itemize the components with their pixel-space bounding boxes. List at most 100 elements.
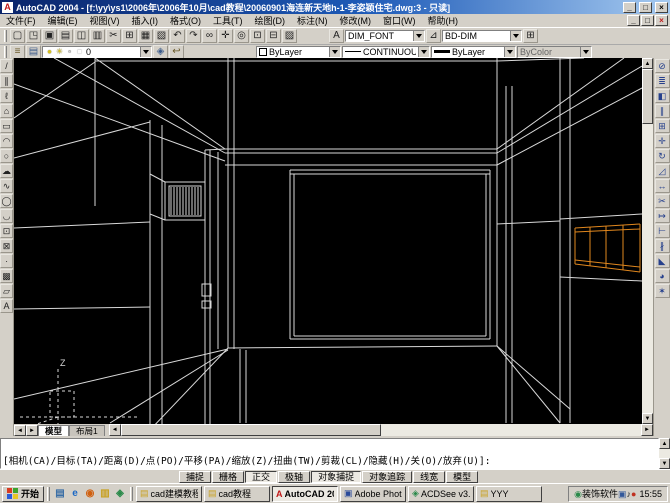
task-cad-modeling-tutorial[interactable]: ▤ cad建模教程 — [136, 485, 203, 502]
menu-file[interactable]: 文件(F) — [0, 14, 42, 27]
drawing-viewport[interactable]: Z — [14, 58, 642, 424]
lineweight-dropdown-button[interactable] — [504, 46, 515, 57]
ortho-toggle[interactable]: 正交 — [245, 470, 278, 483]
mdi-minimize-button[interactable]: _ — [627, 15, 640, 26]
task-cad-tutorial[interactable]: ▤ cad教程 — [204, 485, 271, 502]
polygon-icon[interactable]: ⌂ — [0, 104, 13, 118]
copy-object-icon[interactable]: ≣ — [654, 74, 670, 88]
insert-hyperlink-icon[interactable]: ∞ — [202, 29, 217, 43]
text-style-combo[interactable]: DIM_FONT — [345, 30, 425, 42]
restore-button[interactable]: □ — [639, 1, 652, 13]
tray-app-label[interactable]: 装饰软件 — [582, 487, 618, 500]
construction-line-icon[interactable]: ∥ — [0, 74, 13, 88]
scroll-up-icon[interactable]: ▲ — [642, 58, 653, 69]
color-combo[interactable]: ByLayer — [256, 45, 341, 58]
undo-icon[interactable]: ↶ — [170, 29, 185, 43]
layer-combo[interactable]: ● ☀ ▫ ■ 0 — [42, 45, 152, 58]
extend-icon[interactable]: ↦ — [654, 209, 670, 223]
scroll-right-icon[interactable]: ► — [641, 424, 653, 436]
arc-icon[interactable]: ◠ — [0, 134, 13, 148]
task-photoshop[interactable]: ▣Adobe Photo... — [340, 485, 407, 502]
stretch-icon[interactable]: ↔ — [654, 179, 670, 193]
scroll-down-icon[interactable]: ▼ — [659, 458, 670, 469]
task-yyy[interactable]: ▤ YYY — [476, 485, 543, 502]
ie-icon[interactable]: e — [68, 487, 82, 501]
task-autocad[interactable]: AAutoCAD 200... — [272, 485, 339, 502]
command-scroll-track[interactable] — [659, 449, 670, 458]
show-desktop-icon[interactable]: ▤ — [53, 487, 67, 501]
fillet-icon[interactable]: ◕ — [654, 269, 670, 283]
layer-color-swatch-icon[interactable]: ■ — [75, 47, 84, 56]
tab-model[interactable]: 模型 — [38, 425, 70, 436]
menu-edit[interactable]: 编辑(E) — [42, 14, 84, 27]
offset-icon[interactable]: ∥ — [654, 104, 670, 118]
scale-icon[interactable]: ◿ — [654, 164, 670, 178]
layer-properties-icon[interactable]: ≡ — [10, 45, 25, 58]
zoom-realtime-icon[interactable]: ◎ — [234, 29, 249, 43]
minimize-button[interactable]: _ — [623, 1, 636, 13]
menu-insert[interactable]: 插入(I) — [126, 14, 165, 27]
save-icon[interactable]: ▣ — [42, 29, 57, 43]
scroll-left-icon[interactable]: ◄ — [108, 424, 121, 436]
zoom-window-icon[interactable]: ⊡ — [250, 29, 265, 43]
rotate-icon[interactable]: ↻ — [654, 149, 670, 163]
erase-icon[interactable]: ⊘ — [654, 59, 670, 73]
redo-icon[interactable]: ↷ — [186, 29, 201, 43]
otrack-toggle[interactable]: 对象追踪 — [362, 470, 413, 483]
mdi-restore-button[interactable]: □ — [641, 15, 654, 26]
layer-previous-icon[interactable]: ↩ — [169, 45, 184, 58]
menu-tools[interactable]: 工具(T) — [207, 14, 249, 27]
snap-toggle[interactable]: 捕捉 — [179, 470, 212, 483]
text-style-icon[interactable]: A — [329, 29, 344, 43]
pan-realtime-icon[interactable]: ✛ — [218, 29, 233, 43]
tray-eye-icon[interactable]: ◉ — [574, 489, 582, 500]
linetype-dropdown-button[interactable] — [418, 46, 429, 57]
trim-icon[interactable]: ✂ — [654, 194, 670, 208]
zoom-previous-icon[interactable]: ⊟ — [266, 29, 281, 43]
layer-unlock-icon[interactable]: ▫ — [65, 47, 74, 56]
ellipse-icon[interactable]: ◯ — [0, 194, 13, 208]
dim-style-icon[interactable]: ⊿ — [426, 29, 441, 43]
make-object-layer-current-icon[interactable]: ◈ — [153, 45, 168, 58]
scroll-down-icon[interactable]: ▼ — [642, 413, 653, 424]
command-text-area[interactable]: [相机(CA)/目标(TA)/距离(D)/点(PO)/平移(PA)/缩放(Z)/… — [0, 438, 659, 469]
menu-window[interactable]: 窗口(W) — [377, 14, 422, 27]
polar-toggle[interactable]: 极轴 — [278, 470, 311, 483]
insert-block-icon[interactable]: ⊡ — [0, 224, 13, 238]
menu-view[interactable]: 视图(V) — [84, 14, 126, 27]
dim-style-manager-icon[interactable]: ⊞ — [523, 29, 538, 43]
array-icon[interactable]: ⊞ — [654, 119, 670, 133]
mtext-icon[interactable]: A — [0, 299, 13, 313]
acdsee-icon[interactable]: ◈ — [113, 487, 127, 501]
break-icon[interactable]: ∦ — [654, 239, 670, 253]
osnap-toggle[interactable]: 对象捕捉 — [311, 470, 362, 483]
menu-help[interactable]: 帮助(H) — [422, 14, 465, 27]
plot-icon[interactable]: ▤ — [58, 29, 73, 43]
ellipse-arc-icon[interactable]: ◡ — [0, 209, 13, 223]
command-window[interactable]: [相机(CA)/目标(TA)/距离(D)/点(PO)/平移(PA)/缩放(Z)/… — [0, 436, 670, 469]
tab-layout1[interactable]: 布局1 — [69, 425, 105, 436]
properties-icon[interactable]: ▨ — [282, 29, 297, 43]
polyline-icon[interactable]: ℓ — [0, 89, 13, 103]
mdi-close-button[interactable]: × — [655, 15, 668, 26]
toolbar-grip[interactable] — [4, 30, 7, 42]
menu-modify[interactable]: 修改(M) — [334, 14, 378, 27]
region-icon[interactable]: ▱ — [0, 284, 13, 298]
layer-on-bulb-icon[interactable]: ● — [45, 47, 54, 56]
line-icon[interactable]: / — [0, 59, 13, 73]
open-icon[interactable]: ◳ — [26, 29, 41, 43]
tray-av-icon[interactable]: ● — [631, 489, 636, 499]
menu-dimension[interactable]: 标注(N) — [291, 14, 334, 27]
layer-dropdown-button[interactable] — [140, 46, 151, 57]
dim-style-combo[interactable]: BD-DIM — [442, 30, 522, 42]
publish-icon[interactable]: ▥ — [90, 29, 105, 43]
revision-cloud-icon[interactable]: ☁ — [0, 164, 13, 178]
menu-draw[interactable]: 绘图(D) — [249, 14, 292, 27]
move-icon[interactable]: ✛ — [654, 134, 670, 148]
vertical-scroll-track[interactable] — [642, 124, 653, 413]
qnew-icon[interactable]: ▢ — [10, 29, 25, 43]
vertical-scroll-thumb[interactable] — [642, 69, 653, 124]
hatch-icon[interactable]: ▩ — [0, 269, 13, 283]
text-style-dropdown-button[interactable] — [413, 31, 424, 41]
media-player-icon[interactable]: ◉ — [83, 487, 97, 501]
